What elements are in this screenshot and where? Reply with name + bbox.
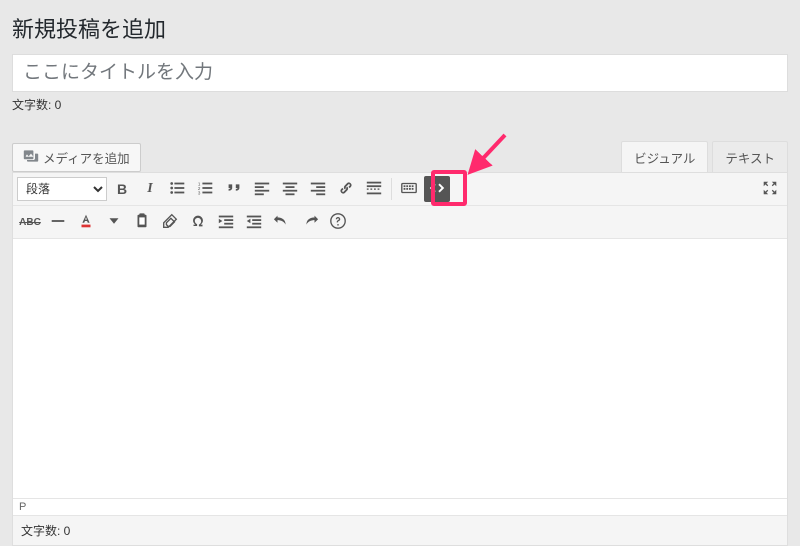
text-color-button[interactable]: [73, 209, 99, 235]
toolbar-row-1: 段落 B I 123: [13, 173, 787, 206]
text-color-icon: [77, 212, 95, 233]
align-center-button[interactable]: [277, 176, 303, 202]
page-title: 新規投稿を追加: [12, 12, 788, 44]
clipboard-icon: [133, 212, 151, 233]
char-count-top: 文字数: 0: [12, 96, 788, 113]
char-count-value: 0: [64, 524, 71, 538]
char-count-label: 文字数:: [21, 524, 64, 538]
redo-icon: [301, 212, 319, 233]
read-more-button[interactable]: [361, 176, 387, 202]
element-path[interactable]: P: [13, 498, 787, 515]
align-left-icon: [253, 179, 271, 200]
link-icon: [337, 179, 355, 200]
bullet-list-icon: [169, 179, 187, 200]
italic-button[interactable]: I: [137, 176, 163, 202]
eraser-icon: [161, 212, 179, 233]
undo-icon: [273, 212, 291, 233]
indent-button[interactable]: [241, 209, 267, 235]
char-count-value: 0: [55, 98, 62, 112]
special-char-button[interactable]: [185, 209, 211, 235]
editor-content[interactable]: [13, 239, 787, 493]
align-right-icon: [309, 179, 327, 200]
text-color-dropdown[interactable]: [101, 209, 127, 235]
help-button[interactable]: [325, 209, 351, 235]
clear-formatting-button[interactable]: [157, 209, 183, 235]
char-count-label: 文字数:: [12, 98, 55, 112]
omega-icon: [189, 212, 207, 233]
undo-button[interactable]: [269, 209, 295, 235]
align-right-button[interactable]: [305, 176, 331, 202]
fullscreen-button[interactable]: [757, 176, 783, 202]
blockquote-button[interactable]: [221, 176, 247, 202]
align-center-icon: [281, 179, 299, 200]
fullscreen-icon: [761, 179, 779, 200]
chevron-down-icon: [105, 212, 123, 233]
paste-text-button[interactable]: [129, 209, 155, 235]
number-list-button[interactable]: 123: [193, 176, 219, 202]
bullet-list-button[interactable]: [165, 176, 191, 202]
add-media-button[interactable]: メディアを追加: [12, 143, 141, 172]
add-media-label: メディアを追加: [43, 148, 130, 167]
help-icon: [329, 212, 347, 233]
toggle-toolbar-button[interactable]: [396, 176, 422, 202]
number-list-icon: 123: [197, 179, 215, 200]
align-left-button[interactable]: [249, 176, 275, 202]
link-button[interactable]: [333, 176, 359, 202]
strikethrough-button[interactable]: ABC: [17, 209, 43, 235]
char-count-bottom: 文字数: 0: [13, 515, 787, 545]
tab-text[interactable]: テキスト: [712, 141, 788, 172]
bold-button[interactable]: B: [109, 176, 135, 202]
media-icon: [23, 148, 39, 167]
outdent-button[interactable]: [213, 209, 239, 235]
read-more-icon: [365, 179, 383, 200]
redo-button[interactable]: [297, 209, 323, 235]
toolbar-separator: [391, 178, 392, 200]
hr-button[interactable]: [45, 209, 71, 235]
editor-container: 段落 B I 123 A: [12, 172, 788, 546]
indent-icon: [245, 212, 263, 233]
keyboard-icon: [400, 179, 418, 200]
editor-mode-tabs: ビジュアル テキスト: [621, 141, 788, 172]
svg-text:3: 3: [198, 190, 201, 195]
toolbar-row-2: ABC: [13, 206, 787, 239]
tab-visual[interactable]: ビジュアル: [621, 141, 708, 172]
code-icon: [428, 179, 446, 200]
path-value: P: [19, 501, 26, 513]
outdent-icon: [217, 212, 235, 233]
hr-icon: [49, 212, 67, 233]
post-title-input[interactable]: [12, 54, 788, 92]
source-code-button[interactable]: [424, 176, 450, 202]
quote-icon: [225, 179, 243, 200]
format-select[interactable]: 段落: [17, 177, 107, 201]
